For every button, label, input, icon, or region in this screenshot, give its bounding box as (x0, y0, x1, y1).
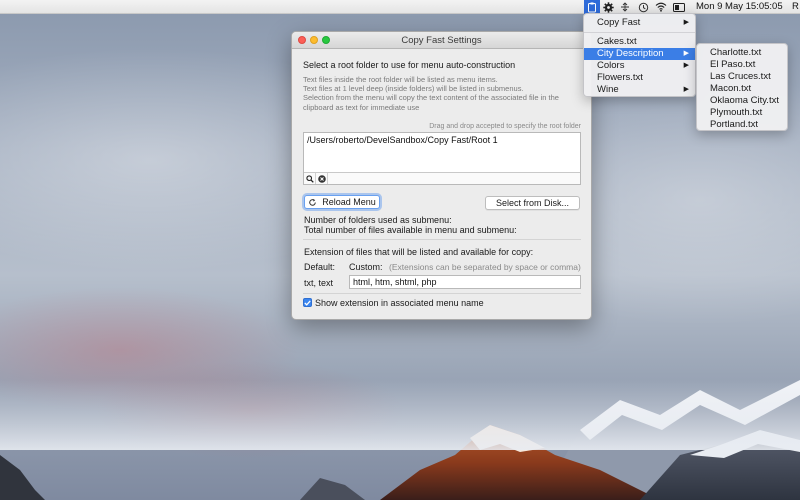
root-folder-path: /Users/roberto/DevelSandbox/Copy Fast/Ro… (307, 135, 498, 145)
menu-item-wine[interactable]: Wine ▶ (584, 84, 695, 96)
root-folder-heading: Select a root folder to use for menu aut… (303, 60, 516, 70)
submenu-item[interactable]: El Paso.txt (697, 59, 787, 71)
reveal-folder-button[interactable] (304, 173, 316, 184)
wifi-status-item[interactable] (652, 0, 670, 14)
display-icon (673, 2, 685, 12)
time-machine-icon (638, 2, 648, 12)
show-extension-checkbox[interactable] (303, 298, 312, 307)
reload-menu-label: Reload Menu (322, 197, 376, 207)
submenu-item[interactable]: Las Cruces.txt (697, 71, 787, 83)
clear-folder-button[interactable] (316, 173, 328, 184)
section-divider (303, 293, 581, 294)
select-from-disk-label: Select from Disk... (495, 198, 569, 208)
menu-item-label: Colors (597, 60, 625, 71)
copy-fast-status-item[interactable] (584, 0, 600, 14)
copy-fast-icon (588, 2, 596, 12)
time-machine-status-item[interactable] (634, 0, 652, 14)
gear-icon (602, 1, 614, 13)
menu-item-label: Cakes.txt (597, 36, 637, 47)
reload-icon (309, 198, 317, 206)
folders-count-label: Number of folders used as submenu: (304, 215, 452, 225)
menu-item-label: City Description (597, 48, 664, 59)
menu-item-label: Flowers.txt (597, 72, 643, 83)
menu-item-city-description[interactable]: City Description ▶ (584, 48, 695, 60)
submenu-item[interactable]: Portland.txt (697, 119, 787, 131)
clear-circle-icon (317, 174, 326, 183)
network-arrows-icon (621, 2, 629, 12)
menu-user-truncated[interactable]: R (792, 1, 799, 12)
submenu-arrow-icon: ▶ (683, 86, 689, 93)
help-note-line: Text files at 1 level deep (inside folde… (303, 84, 524, 94)
network-status-item[interactable] (616, 0, 634, 14)
menu-item-cakes[interactable]: Cakes.txt (584, 36, 695, 48)
menu-bar: Mon 9 May 15:05:05 R (0, 0, 800, 14)
submenu-item[interactable]: Plymouth.txt (697, 107, 787, 119)
submenu-item[interactable]: Charlotte.txt (697, 47, 787, 59)
help-notes: Text files inside the root folder will b… (303, 75, 588, 112)
help-note-line: Text files inside the root folder will b… (303, 75, 498, 84)
copy-fast-menu: Copy Fast ▶ Cakes.txt City Description ▶… (583, 13, 696, 97)
status-tray (584, 0, 688, 14)
window-title: Copy Fast Settings (401, 35, 482, 46)
extensions-heading: Extension of files that will be listed a… (304, 247, 534, 257)
path-toolbar (304, 172, 580, 184)
help-note-line: clipboard as text for immediate use (303, 102, 420, 112)
menu-item-colors[interactable]: Colors ▶ (584, 60, 695, 72)
drag-drop-note: Drag and drop accepted to specify the ro… (429, 123, 581, 130)
settings-window: Copy Fast Settings Select a root folder … (291, 31, 592, 320)
default-extensions-value: txt, text (304, 278, 334, 288)
show-extension-label[interactable]: Show extension in associated menu name (315, 298, 484, 308)
city-description-submenu: Charlotte.txt El Paso.txt Las Cruces.txt… (696, 43, 788, 131)
select-from-disk-button[interactable]: Select from Disk... (485, 196, 580, 210)
submenu-arrow-icon: ▶ (683, 62, 689, 69)
submenu-item[interactable]: Oklaoma City.txt (697, 95, 787, 107)
submenu-arrow-icon: ▶ (683, 19, 689, 26)
submenu-item[interactable]: Macon.txt (697, 83, 787, 95)
submenu-arrow-icon: ▶ (683, 50, 689, 57)
section-divider (303, 239, 581, 240)
magnifier-icon (305, 174, 314, 183)
menu-clock[interactable]: Mon 9 May 15:05:05 (696, 1, 783, 12)
custom-extensions-hint: (Extensions can be separated by space or… (389, 262, 581, 272)
help-note-line: Selection from the menu will copy the te… (303, 93, 559, 103)
custom-extensions-field[interactable]: html, htm, shtml, php (349, 275, 581, 289)
wifi-icon (655, 2, 667, 12)
menu-item-copy-fast[interactable]: Copy Fast ▶ (584, 17, 695, 29)
menu-separator (584, 32, 695, 33)
reload-menu-button[interactable]: Reload Menu (304, 195, 380, 209)
files-count-label: Total number of files available in menu … (304, 225, 517, 235)
root-folder-drop-area[interactable]: /Users/roberto/DevelSandbox/Copy Fast/Ro… (303, 132, 581, 185)
window-titlebar[interactable]: Copy Fast Settings (292, 32, 591, 49)
gear-status-item[interactable] (600, 0, 616, 14)
menu-item-label: Wine (597, 84, 619, 95)
display-status-item[interactable] (670, 0, 688, 14)
default-extensions-label: Default: (304, 262, 336, 272)
menu-item-label: Copy Fast (597, 17, 641, 28)
checkmark-icon (304, 299, 311, 306)
custom-extensions-label: Custom: (349, 262, 383, 272)
menu-item-flowers[interactable]: Flowers.txt (584, 72, 695, 84)
